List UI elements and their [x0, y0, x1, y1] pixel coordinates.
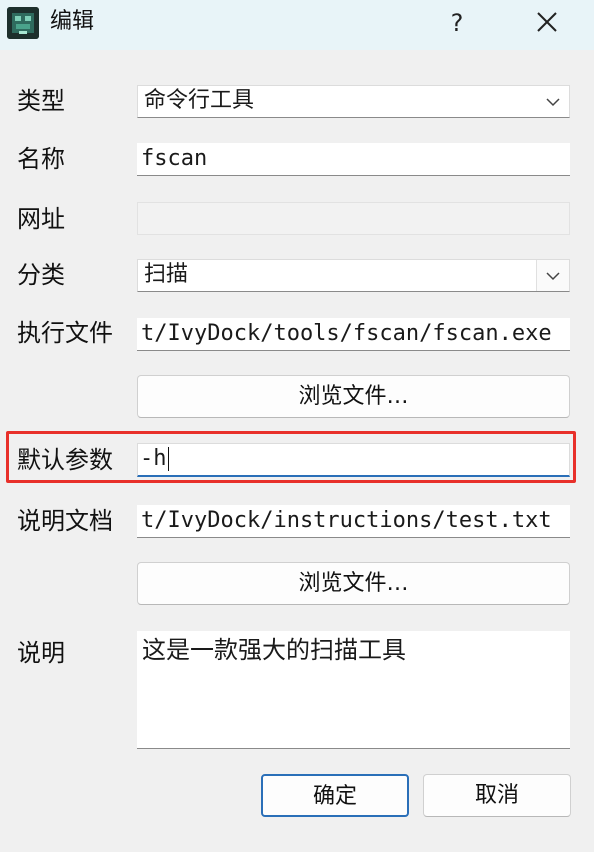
cancel-button[interactable]: 取消: [423, 774, 571, 817]
help-button[interactable]: ?: [432, 0, 482, 46]
chevron-down-icon: [537, 86, 569, 117]
description-label: 说明: [17, 639, 65, 667]
doc-file-input[interactable]: t/IvyDock/instructions/test.txt: [137, 505, 570, 538]
exec-file-input[interactable]: t/IvyDock/tools/fscan/fscan.exe: [137, 318, 570, 351]
doc-file-value: t/IvyDock/instructions/test.txt: [141, 508, 552, 533]
ok-button[interactable]: 确定: [261, 774, 409, 817]
default-params-label: 默认参数: [17, 446, 113, 474]
default-params-input[interactable]: -h: [137, 443, 570, 477]
category-label: 分类: [17, 261, 65, 289]
type-select-value: 命令行工具: [144, 88, 255, 113]
name-input[interactable]: fscan: [137, 143, 570, 176]
default-params-value: -h: [140, 446, 167, 471]
close-icon: [537, 12, 557, 32]
app-logo-icon: [7, 7, 39, 39]
name-label: 名称: [17, 145, 65, 173]
exec-file-label: 执行文件: [17, 319, 113, 347]
category-select[interactable]: 扫描: [137, 259, 570, 292]
url-input[interactable]: [137, 202, 570, 235]
window-title: 编辑: [50, 9, 95, 34]
title-bar: 编辑 ?: [0, 0, 594, 50]
doc-file-label: 说明文档: [17, 507, 113, 535]
type-select[interactable]: 命令行工具: [137, 85, 570, 118]
description-textarea[interactable]: 这是一款强大的扫描工具: [137, 631, 570, 749]
text-caret: [167, 447, 169, 471]
close-button[interactable]: [522, 0, 572, 46]
category-select-value: 扫描: [144, 262, 189, 287]
url-label: 网址: [17, 205, 65, 233]
browse-doc-file-button[interactable]: 浏览文件…: [137, 562, 570, 605]
browse-exec-file-button[interactable]: 浏览文件…: [137, 375, 570, 418]
chevron-down-icon[interactable]: [536, 260, 569, 291]
type-label: 类型: [17, 87, 65, 115]
exec-file-value: t/IvyDock/tools/fscan/fscan.exe: [141, 321, 552, 346]
